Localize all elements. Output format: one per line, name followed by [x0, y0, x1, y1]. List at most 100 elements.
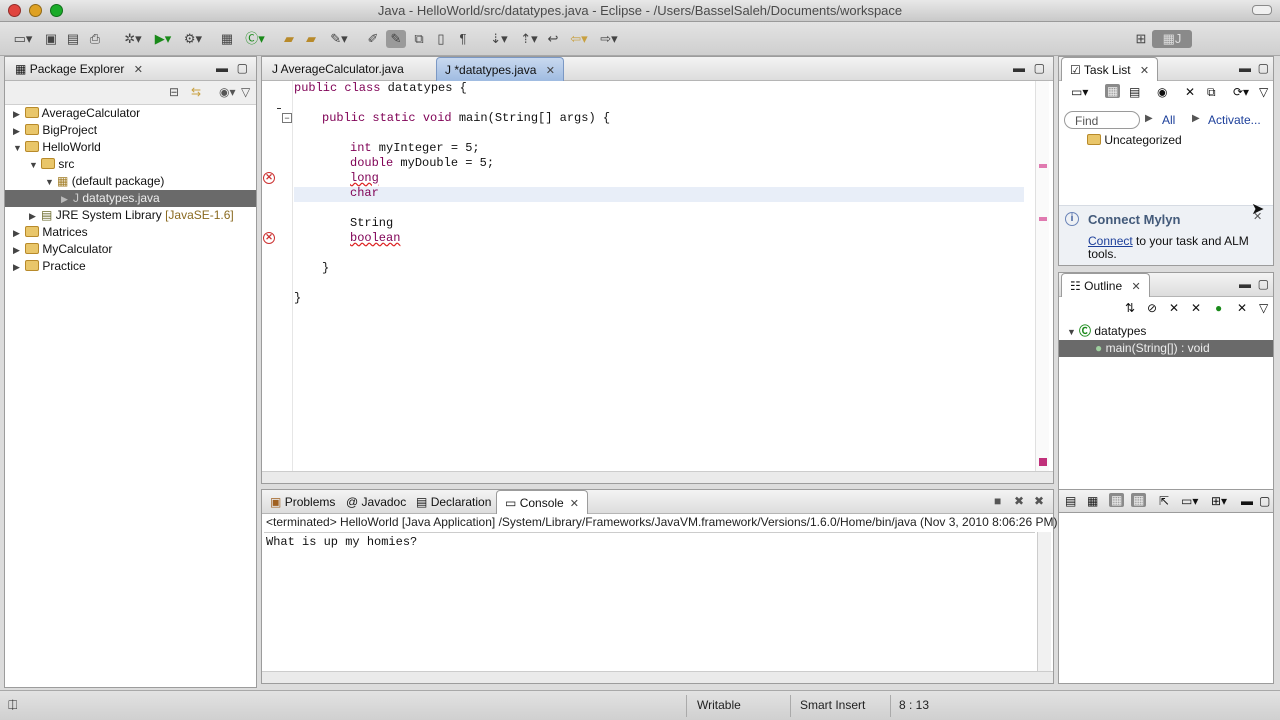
- close-icon[interactable]: ✕: [1131, 281, 1140, 293]
- find-input[interactable]: Find: [1064, 111, 1140, 129]
- toggle-highlight-icon[interactable]: ✎: [386, 30, 406, 48]
- code-line[interactable]: }: [294, 291, 301, 306]
- code-line[interactable]: int myInteger = 5;: [350, 141, 480, 156]
- close-icon[interactable]: ✕: [134, 64, 143, 76]
- chevron-down-icon[interactable]: ▼: [1067, 324, 1079, 341]
- show-on-error-icon[interactable]: ▦: [1131, 493, 1147, 507]
- chevron-right-icon[interactable]: ▶: [13, 259, 25, 276]
- error-marker[interactable]: [1039, 217, 1047, 221]
- code-line[interactable]: double myDouble = 5;: [350, 156, 494, 171]
- chevron-down-icon[interactable]: ▽: [1259, 301, 1268, 315]
- open-type-icon[interactable]: ▰: [280, 30, 298, 48]
- error-summary-marker[interactable]: [1039, 458, 1047, 466]
- open-resource-icon[interactable]: ▰: [302, 30, 320, 48]
- minimize-icon[interactable]: ▬: [1241, 494, 1253, 508]
- scheduled-icon[interactable]: ▤: [1129, 85, 1140, 99]
- editor-gutter[interactable]: [262, 81, 293, 471]
- tab-datatypes-java[interactable]: J *datatypes.java ✕: [436, 57, 564, 81]
- hide-nonpublic-icon[interactable]: ✕: [1191, 301, 1201, 315]
- error-icon[interactable]: ✕: [263, 172, 275, 184]
- minimize-icon[interactable]: ▬: [1239, 277, 1251, 291]
- maximize-icon[interactable]: ▢: [1258, 277, 1269, 291]
- java-perspective-icon[interactable]: ▦J: [1152, 30, 1192, 48]
- save-all-icon[interactable]: ▤: [64, 30, 82, 48]
- close-icon[interactable]: ✕: [1140, 65, 1149, 77]
- overview-ruler[interactable]: [1035, 81, 1049, 471]
- synchronize-icon[interactable]: ⟳▾: [1233, 85, 1249, 99]
- chevron-right-icon[interactable]: ▶: [13, 123, 25, 140]
- tab-task-list[interactable]: ☑ Task List ✕: [1061, 57, 1159, 81]
- show-on-output-icon[interactable]: ▦: [1109, 493, 1125, 507]
- toolbar-toggle-button[interactable]: [1252, 5, 1272, 15]
- activate-link[interactable]: Activate...: [1208, 113, 1261, 127]
- pilcrow-icon[interactable]: ¶: [454, 30, 472, 48]
- open-perspective-icon[interactable]: ⊞: [1132, 30, 1150, 48]
- last-edit-icon[interactable]: ↩: [544, 30, 562, 48]
- debug-icon[interactable]: ✲▾: [118, 30, 148, 48]
- display-console-icon[interactable]: ▭▾: [1181, 494, 1198, 508]
- code-line[interactable]: }: [322, 261, 329, 276]
- tab-averagecalculator-java[interactable]: J AverageCalculator.java: [264, 57, 412, 81]
- fast-view-icon[interactable]: ⎅: [8, 698, 18, 713]
- tree-item-mycalculator[interactable]: ▶ MyCalculator: [5, 241, 256, 258]
- console-output[interactable]: What is up my homies?: [264, 532, 1035, 671]
- outline-method-item[interactable]: ● main(String[]) : void: [1059, 340, 1273, 357]
- minimize-icon[interactable]: ▬: [1239, 61, 1251, 75]
- tree-item-matrices[interactable]: ▶ Matrices: [5, 224, 256, 241]
- outline-class-item[interactable]: ▼ Ⓒ datatypes: [1059, 323, 1273, 340]
- copy-icon[interactable]: ⧉: [1207, 85, 1216, 100]
- tree-item-jre-system-library[interactable]: ▶ ▤ JRE System Library [JavaSE-1.6]: [5, 207, 256, 224]
- run-icon[interactable]: ▶▾: [150, 30, 176, 48]
- maximize-icon[interactable]: ▢: [237, 61, 248, 75]
- tree-item-default-package[interactable]: ▼ ▦ (default package): [5, 173, 256, 190]
- collapse-all-icon[interactable]: ⊟: [169, 85, 179, 99]
- code-line[interactable]: char: [350, 186, 379, 201]
- tree-item-averagecalculator[interactable]: ▶ AverageCalculator: [5, 105, 256, 122]
- error-marker[interactable]: [1039, 164, 1047, 168]
- code-line[interactable]: String: [350, 216, 393, 231]
- tab-declaration[interactable]: ▤ Declaration: [408, 490, 499, 514]
- block-selection-icon[interactable]: ⧉: [410, 30, 428, 48]
- chevron-down-icon[interactable]: ▽: [1259, 85, 1268, 99]
- new-java-project-icon[interactable]: ▦: [218, 30, 236, 48]
- chevron-right-icon[interactable]: ▶: [61, 191, 73, 208]
- external-tools-icon[interactable]: ⚙▾: [178, 30, 208, 48]
- code-line[interactable]: boolean: [350, 231, 400, 246]
- tree-item-src[interactable]: ▼ src: [5, 156, 256, 173]
- tab-problems[interactable]: ▣ Problems: [262, 490, 343, 514]
- code-line[interactable]: long: [350, 171, 379, 186]
- forward-icon[interactable]: ⇨▾: [596, 30, 622, 48]
- chevron-down-icon[interactable]: ▼: [13, 140, 25, 157]
- code-line[interactable]: public static void main(String[] args) {: [322, 111, 610, 126]
- new-task-icon[interactable]: ▭▾: [1071, 85, 1088, 99]
- error-icon[interactable]: ✕: [263, 232, 275, 244]
- hide-local-types-icon[interactable]: ●: [1215, 301, 1222, 315]
- sort-icon[interactable]: ⇅: [1125, 301, 1135, 315]
- next-annotation-icon[interactable]: ⇣▾: [484, 30, 514, 48]
- category-uncategorized[interactable]: Uncategorized: [1087, 133, 1182, 147]
- hide-fields-icon[interactable]: ⊘: [1147, 301, 1157, 315]
- clear-console-icon[interactable]: ▦: [1087, 494, 1098, 508]
- tree-item-practice[interactable]: ▶ Practice: [5, 258, 256, 275]
- tab-outline[interactable]: ☷ Outline ✕: [1061, 273, 1150, 297]
- collapse-icon[interactable]: −: [282, 113, 292, 123]
- chevron-down-icon[interactable]: ▽: [241, 85, 250, 99]
- tree-item-datatypes-java[interactable]: ▶ J datatypes.java: [5, 190, 256, 207]
- search-icon[interactable]: ✎▾: [324, 30, 354, 48]
- hide-static-icon[interactable]: ✕: [1169, 301, 1179, 315]
- back-icon[interactable]: ⇦▾: [566, 30, 592, 48]
- open-console-icon[interactable]: ⊞▾: [1211, 494, 1227, 508]
- scroll-lock-icon[interactable]: ▤: [1065, 494, 1076, 508]
- chevron-right-icon[interactable]: ▶: [29, 208, 41, 225]
- link-editor-icon[interactable]: ⇆: [191, 85, 201, 99]
- close-icon[interactable]: ✕: [570, 498, 579, 510]
- chevron-right-icon[interactable]: ▶: [13, 225, 25, 242]
- tree-item-bigproject[interactable]: ▶ BigProject: [5, 122, 256, 139]
- minimize-icon[interactable]: ▬: [1013, 61, 1025, 75]
- chevron-down-icon[interactable]: ▼: [45, 174, 57, 191]
- connect-link[interactable]: Connect: [1088, 234, 1133, 248]
- horizontal-scrollbar[interactable]: [262, 471, 1053, 483]
- print-icon[interactable]: ⎙: [86, 30, 104, 48]
- toggle-mark-occurrences-icon[interactable]: ✐: [364, 30, 382, 48]
- remove-launch-icon[interactable]: ✖: [1014, 494, 1024, 508]
